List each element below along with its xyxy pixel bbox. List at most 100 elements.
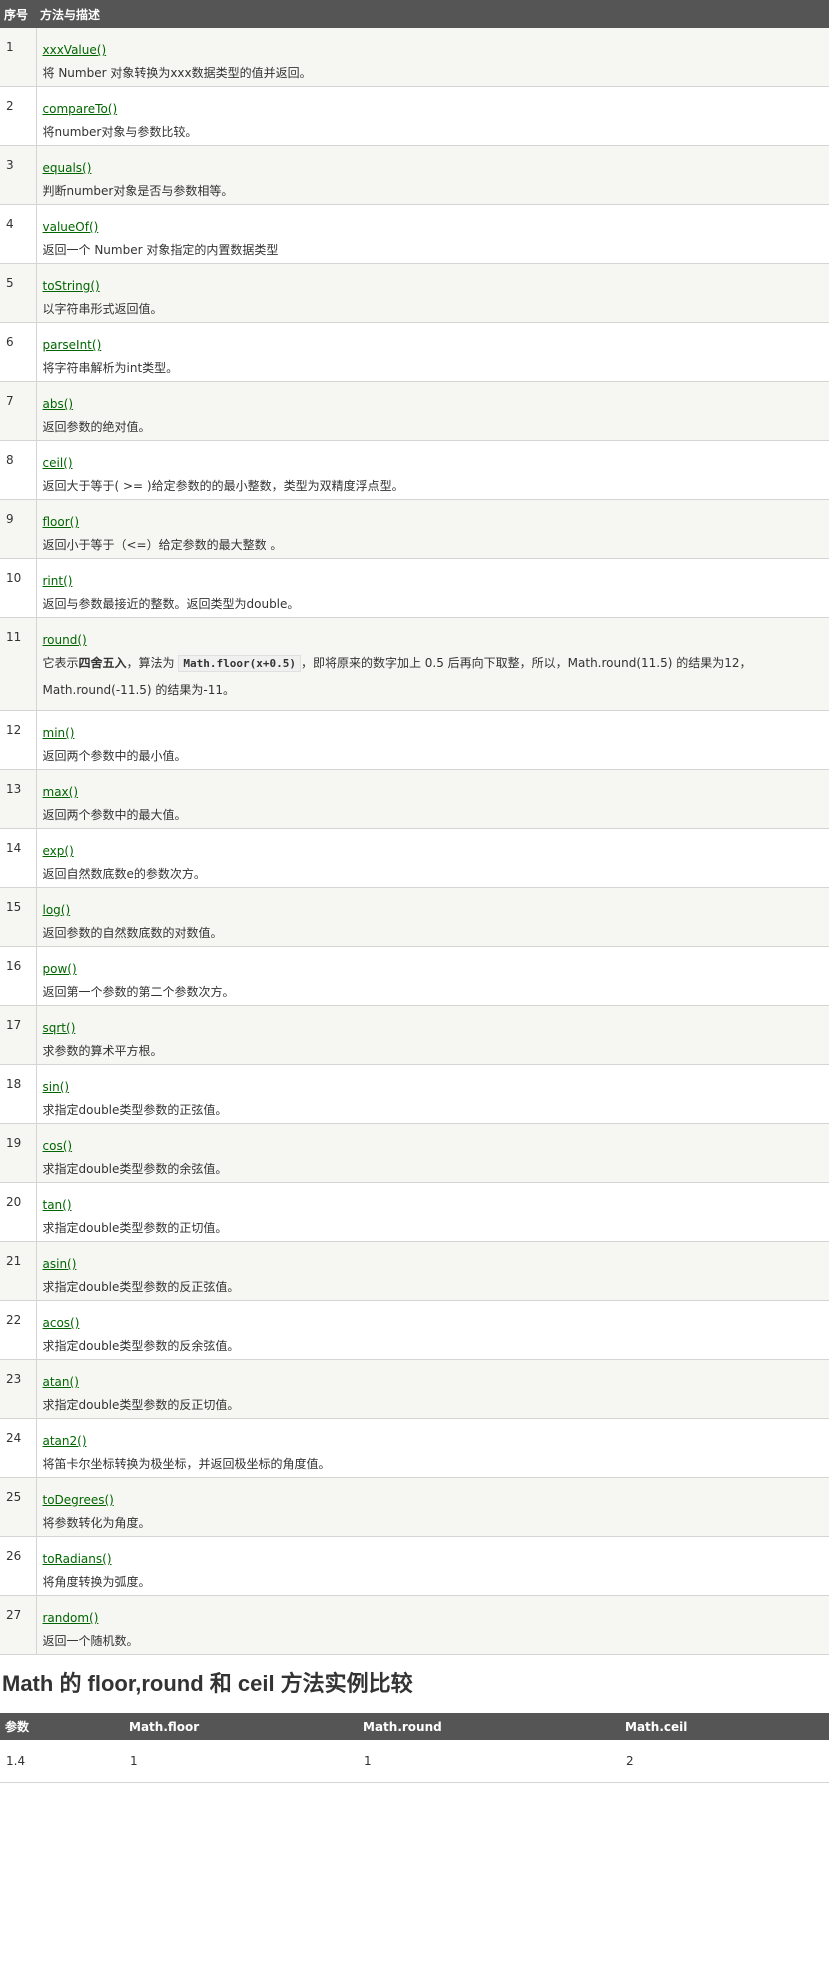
row-number: 27 (0, 1595, 37, 1655)
desc-prefix: 它表示 (42, 656, 79, 670)
table-row: 24 atan2() 将笛卡尔坐标转换为极坐标，并返回极坐标的角度值。 (0, 1418, 829, 1478)
method-link[interactable]: log() (43, 900, 824, 920)
row-number: 13 (0, 769, 37, 829)
header-round: Math.round (358, 1713, 620, 1740)
cell-ceil: 2 (620, 1740, 829, 1783)
method-link[interactable]: parseInt() (43, 335, 824, 355)
method-link[interactable]: ceil() (43, 453, 824, 473)
method-cell: acos() 求指定double类型参数的反余弦值。 (36, 1300, 829, 1360)
method-description: 将number对象与参数比较。 (42, 125, 198, 139)
method-link[interactable]: min() (43, 723, 824, 743)
method-link[interactable]: cos() (43, 1136, 824, 1156)
table-row: 13 max() 返回两个参数中的最大值。 (0, 769, 829, 829)
method-description: 返回一个 Number 对象指定的内置数据类型 (42, 243, 279, 257)
method-description: 判断number对象是否与参数相等。 (42, 184, 234, 198)
table-row: 11 round() 它表示四舍五入，算法为 Math.floor(x+0.5)… (0, 617, 829, 711)
method-link[interactable]: sqrt() (43, 1018, 824, 1038)
row-number: 4 (0, 204, 37, 264)
method-link[interactable]: rint() (43, 571, 824, 591)
method-description: 将角度转换为弧度。 (42, 1575, 151, 1589)
method-description: 求指定double类型参数的反余弦值。 (42, 1339, 240, 1353)
method-link[interactable]: toRadians() (43, 1549, 824, 1569)
table-row: 18 sin() 求指定double类型参数的正弦值。 (0, 1064, 829, 1124)
row-number: 5 (0, 263, 37, 323)
method-description: 返回小于等于（<=）给定参数的最大整数 。 (42, 538, 283, 552)
table-row: 27 random() 返回一个随机数。 (0, 1595, 829, 1655)
method-link[interactable]: valueOf() (43, 217, 824, 237)
methods-table: 序号 方法与描述 1 xxxValue() 将 Number 对象转换为xxx数… (0, 0, 829, 1655)
row-number: 10 (0, 558, 37, 618)
row-number: 7 (0, 381, 37, 441)
method-link[interactable]: compareTo() (43, 99, 824, 119)
table-row: 12 min() 返回两个参数中的最小值。 (0, 710, 829, 770)
method-link[interactable]: atan2() (43, 1431, 824, 1451)
comparison-table-header: 参数 Math.floor Math.round Math.ceil (0, 1713, 829, 1740)
method-cell: atan2() 将笛卡尔坐标转换为极坐标，并返回极坐标的角度值。 (36, 1418, 829, 1478)
method-description: 将 Number 对象转换为xxx数据类型的值并返回。 (42, 66, 312, 80)
method-link[interactable]: atan() (43, 1372, 824, 1392)
method-description: 求指定double类型参数的余弦值。 (42, 1162, 228, 1176)
method-cell: xxxValue() 将 Number 对象转换为xxx数据类型的值并返回。 (36, 28, 829, 87)
row-number: 21 (0, 1241, 37, 1301)
row-number: 16 (0, 946, 37, 1006)
method-description: 将笛卡尔坐标转换为极坐标，并返回极坐标的角度值。 (42, 1457, 331, 1471)
method-description: 求指定double类型参数的反正弦值。 (42, 1280, 240, 1294)
method-link[interactable]: round() (43, 630, 824, 650)
method-cell: abs() 返回参数的绝对值。 (36, 381, 829, 441)
table-row: 19 cos() 求指定double类型参数的余弦值。 (0, 1123, 829, 1183)
method-link[interactable]: equals() (43, 158, 824, 178)
method-link[interactable]: abs() (43, 394, 824, 414)
method-description: 返回参数的自然数底数的对数值。 (42, 926, 223, 940)
method-cell: sqrt() 求参数的算术平方根。 (36, 1005, 829, 1065)
row-number: 19 (0, 1123, 37, 1183)
row-number: 14 (0, 828, 37, 888)
method-cell: random() 返回一个随机数。 (36, 1595, 829, 1655)
method-cell: max() 返回两个参数中的最大值。 (36, 769, 829, 829)
method-cell: floor() 返回小于等于（<=）给定参数的最大整数 。 (36, 499, 829, 559)
method-link[interactable]: xxxValue() (43, 40, 824, 60)
row-number: 3 (0, 145, 37, 205)
comparison-table: 参数 Math.floor Math.round Math.ceil 1.4 1… (0, 1713, 829, 1783)
section-title: Math 的 floor,round 和 ceil 方法实例比较 (2, 1671, 413, 1696)
method-link[interactable]: pow() (43, 959, 824, 979)
method-link[interactable]: acos() (43, 1313, 824, 1333)
method-link[interactable]: random() (43, 1608, 824, 1628)
table-row: 14 exp() 返回自然数底数e的参数次方。 (0, 828, 829, 888)
row-number: 11 (0, 617, 37, 711)
table-row: 23 atan() 求指定double类型参数的反正切值。 (0, 1359, 829, 1419)
method-link[interactable]: tan() (43, 1195, 824, 1215)
method-description: 返回与参数最接近的整数。返回类型为double。 (42, 597, 300, 611)
method-cell: valueOf() 返回一个 Number 对象指定的内置数据类型 (36, 204, 829, 264)
method-cell: atan() 求指定double类型参数的反正切值。 (36, 1359, 829, 1419)
method-link[interactable]: max() (43, 782, 824, 802)
row-number: 24 (0, 1418, 37, 1478)
table-row: 2 compareTo() 将number对象与参数比较。 (0, 86, 829, 146)
method-description: 返回大于等于( >= )给定参数的的最小整数，类型为双精度浮点型。 (42, 479, 404, 493)
method-link[interactable]: exp() (43, 841, 824, 861)
desc-bold: 四舍五入 (78, 656, 127, 670)
method-link[interactable]: sin() (43, 1077, 824, 1097)
method-cell: log() 返回参数的自然数底数的对数值。 (36, 887, 829, 947)
method-cell: tan() 求指定double类型参数的正切值。 (36, 1182, 829, 1242)
table-row: 1 xxxValue() 将 Number 对象转换为xxx数据类型的值并返回。 (0, 28, 829, 87)
table-row: 6 parseInt() 将字符串解析为int类型。 (0, 322, 829, 382)
row-number: 25 (0, 1477, 37, 1537)
method-link[interactable]: floor() (43, 512, 824, 532)
table-row: 22 acos() 求指定double类型参数的反余弦值。 (0, 1300, 829, 1360)
table-row: 4 valueOf() 返回一个 Number 对象指定的内置数据类型 (0, 204, 829, 264)
method-cell: ceil() 返回大于等于( >= )给定参数的的最小整数，类型为双精度浮点型。 (36, 440, 829, 500)
table-row: 16 pow() 返回第一个参数的第二个参数次方。 (0, 946, 829, 1006)
method-link[interactable]: toString() (43, 276, 824, 296)
method-description: 求指定double类型参数的反正切值。 (42, 1398, 240, 1412)
method-description: 求参数的算术平方根。 (42, 1044, 163, 1058)
header-ceil: Math.ceil (620, 1713, 829, 1740)
desc-code: Math.floor(x+0.5) (178, 655, 301, 672)
row-number: 6 (0, 322, 37, 382)
table-row: 5 toString() 以字符串形式返回值。 (0, 263, 829, 323)
method-description: 返回参数的绝对值。 (42, 420, 151, 434)
method-link[interactable]: asin() (43, 1254, 824, 1274)
method-cell: sin() 求指定double类型参数的正弦值。 (36, 1064, 829, 1124)
method-cell: toString() 以字符串形式返回值。 (36, 263, 829, 323)
method-description: 返回第一个参数的第二个参数次方。 (42, 985, 235, 999)
method-link[interactable]: toDegrees() (43, 1490, 824, 1510)
